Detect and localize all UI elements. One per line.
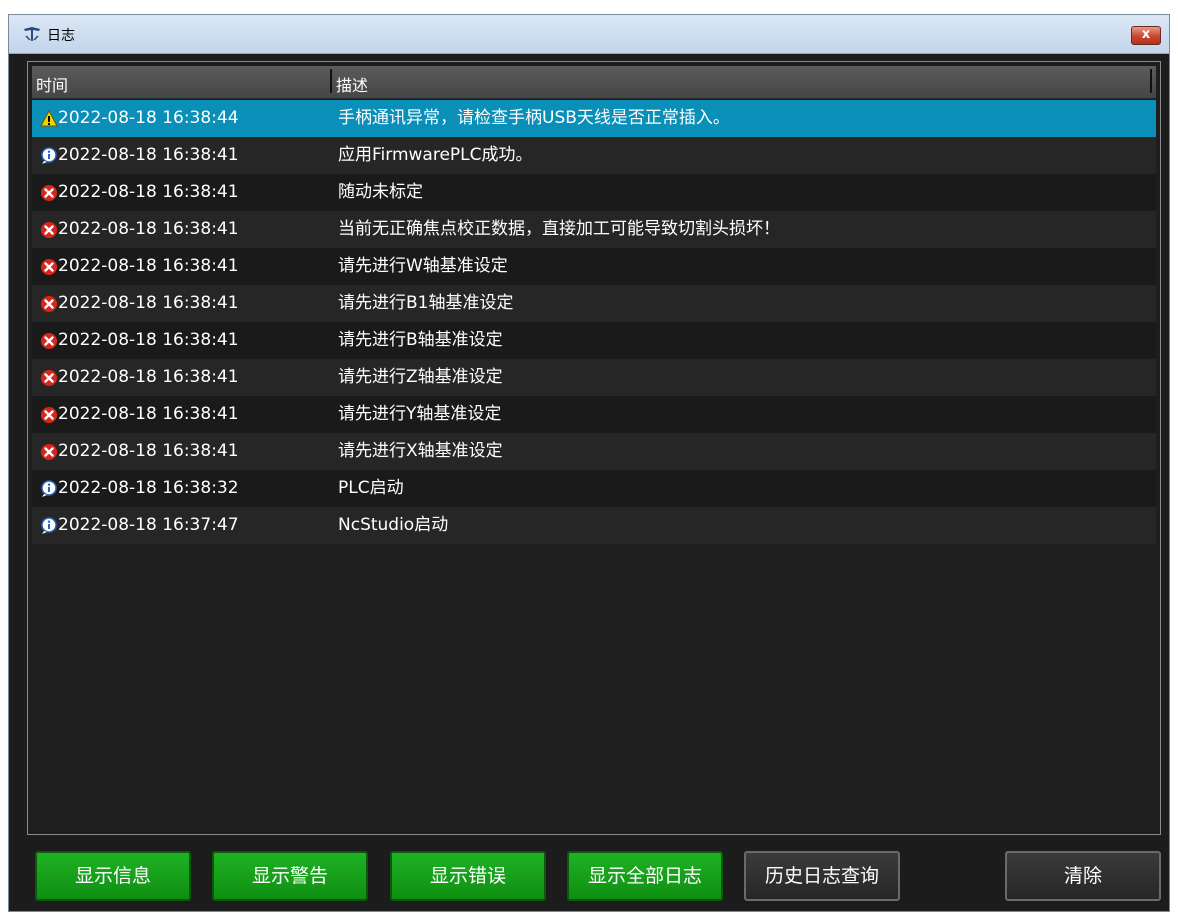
error-icon [41,296,57,312]
row-description: 请先进行B轴基准设定 [338,330,503,350]
row-time: 2022-08-18 16:38:41 [58,256,239,276]
column-header-description[interactable]: 描述 [336,72,368,96]
table-row[interactable]: 2022-08-18 16:38:41 应用FirmwarePLC成功。 [32,137,1156,174]
row-description: 手柄通讯异常，请检查手柄USB天线是否正常插入。 [338,108,730,128]
error-icon [41,259,57,275]
column-divider[interactable] [1150,69,1152,93]
show-warning-button[interactable]: 显示警告 [212,851,368,901]
row-time: 2022-08-18 16:38:41 [58,293,239,313]
table-row[interactable]: 2022-08-18 16:38:41 当前无正确焦点校正数据，直接加工可能导致切… [32,211,1156,248]
row-time: 2022-08-18 16:38:41 [58,404,239,424]
log-window: 日志 x 时间 描述 2022-08-18 16:38:44 手柄通讯异常，请检查… [8,14,1170,912]
show-all-logs-button[interactable]: 显示全部日志 [567,851,723,901]
table-row[interactable]: 2022-08-18 16:38:41 请先进行Y轴基准设定 [32,396,1156,433]
row-description: 请先进行X轴基准设定 [338,441,503,461]
error-icon [41,370,57,386]
row-time: 2022-08-18 16:38:44 [58,108,239,128]
error-icon [41,333,57,349]
app-icon [24,27,40,41]
table-row[interactable]: 2022-08-18 16:38:44 手柄通讯异常，请检查手柄USB天线是否正常… [32,100,1156,137]
title-bar[interactable]: 日志 x [9,15,1169,54]
row-description: 应用FirmwarePLC成功。 [338,145,533,165]
row-time: 2022-08-18 16:38:41 [58,367,239,387]
error-icon [41,222,57,238]
row-time: 2022-08-18 16:38:41 [58,145,239,165]
row-description: 随动未标定 [338,182,423,202]
error-icon [41,185,57,201]
table-row[interactable]: 2022-08-18 16:38:41 随动未标定 [32,174,1156,211]
close-button[interactable]: x [1131,26,1161,45]
row-time: 2022-08-18 16:38:41 [58,441,239,461]
error-icon [41,444,57,460]
show-error-button[interactable]: 显示错误 [390,851,546,901]
table-row[interactable]: 2022-08-18 16:38:41 请先进行Z轴基准设定 [32,359,1156,396]
warning-icon [40,110,58,127]
row-description: 请先进行W轴基准设定 [338,256,508,276]
close-icon: x [1141,27,1151,42]
row-time: 2022-08-18 16:38:41 [58,182,239,202]
table-row[interactable]: 2022-08-18 16:38:41 请先进行W轴基准设定 [32,248,1156,285]
table-row[interactable]: 2022-08-18 16:38:41 请先进行B轴基准设定 [32,322,1156,359]
error-icon [41,407,57,423]
table-row[interactable]: 2022-08-18 16:37:47 NcStudio启动 [32,507,1156,544]
log-list[interactable]: 时间 描述 2022-08-18 16:38:44 手柄通讯异常，请检查手柄USB… [27,61,1161,835]
info-icon [41,147,57,164]
list-header: 时间 描述 [32,66,1156,99]
column-header-time[interactable]: 时间 [36,72,68,96]
table-row[interactable]: 2022-08-18 16:38:41 请先进行X轴基准设定 [32,433,1156,470]
row-description: 请先进行Y轴基准设定 [338,404,502,424]
row-time: 2022-08-18 16:38:41 [58,330,239,350]
column-divider[interactable] [330,69,332,93]
row-description: PLC启动 [338,478,404,498]
table-row[interactable]: 2022-08-18 16:38:32 PLC启动 [32,470,1156,507]
log-rows: 2022-08-18 16:38:44 手柄通讯异常，请检查手柄USB天线是否正常… [32,100,1156,544]
row-time: 2022-08-18 16:37:47 [58,515,239,535]
clear-button[interactable]: 清除 [1005,851,1161,901]
row-description: 请先进行B1轴基准设定 [338,293,514,313]
row-description: 当前无正确焦点校正数据，直接加工可能导致切割头损坏！ [338,219,780,239]
info-icon [41,480,57,497]
table-row[interactable]: 2022-08-18 16:38:41 请先进行B1轴基准设定 [32,285,1156,322]
row-description: 请先进行Z轴基准设定 [338,367,503,387]
history-log-query-button[interactable]: 历史日志查询 [744,851,900,901]
row-description: NcStudio启动 [338,515,449,535]
show-info-button[interactable]: 显示信息 [35,851,191,901]
window-title: 日志 [47,28,75,44]
row-time: 2022-08-18 16:38:32 [58,478,239,498]
info-icon [41,517,57,534]
row-time: 2022-08-18 16:38:41 [58,219,239,239]
button-bar: 显示信息 显示警告 显示错误 显示全部日志 历史日志查询 清除 [9,843,1169,913]
